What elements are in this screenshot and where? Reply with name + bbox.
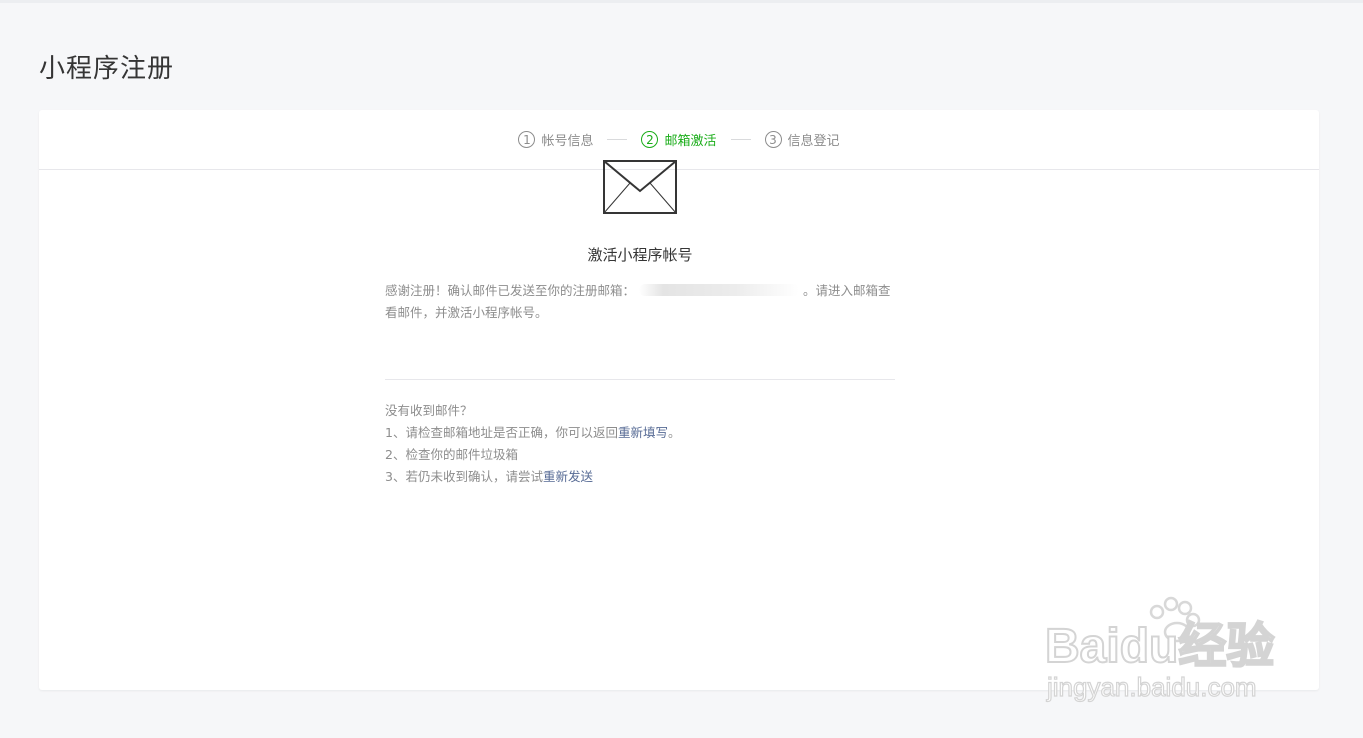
resend-link[interactable]: 重新发送 xyxy=(543,469,593,484)
help-tips: 没有收到邮件？ 1、请检查邮箱地址是否正确，你可以返回重新填写。 2、检查你的邮… xyxy=(385,400,895,488)
step-separator xyxy=(730,139,751,140)
step-label: 信息登记 xyxy=(787,134,840,149)
mail-icon xyxy=(603,160,677,214)
activation-content: 激活小程序帐号 感谢注册！确认邮件已发送至你的注册邮箱： 。请进入邮箱查看邮件，并… xyxy=(385,160,895,488)
step-label: 邮箱激活 xyxy=(664,134,717,149)
watermark-url: jingyan.baidu.com xyxy=(1046,672,1257,702)
redacted-email xyxy=(639,284,800,296)
step-email-activation: 2 邮箱激活 xyxy=(641,130,717,149)
page-title: 小程序注册 xyxy=(39,54,175,84)
divider xyxy=(385,379,895,380)
activation-description: 感谢注册！确认邮件已发送至你的注册邮箱： 。请进入邮箱查看邮件，并激活小程序帐号。 xyxy=(385,280,895,324)
help-tip-2: 2、检查你的邮件垃圾箱 xyxy=(385,447,518,462)
watermark-logo-text: Baidu经验 xyxy=(1045,620,1274,673)
desc-text: 感谢注册！确认邮件已发送至你的注册邮箱： xyxy=(385,283,636,298)
help-tip-3: 3、若仍未收到确认，请尝试重新发送 xyxy=(385,466,895,488)
help-heading: 没有收到邮件？ xyxy=(385,403,473,418)
step-number: 3 xyxy=(764,131,782,148)
refill-link[interactable]: 重新填写 xyxy=(618,425,668,440)
top-border xyxy=(0,0,1363,3)
help-tip-1: 1、请检查邮箱地址是否正确，你可以返回重新填写。 xyxy=(385,422,895,444)
step-label: 帐号信息 xyxy=(541,134,594,149)
step-account-info: 1 帐号信息 xyxy=(518,130,593,149)
baidu-watermark: Baidu经验 jingyan.baidu.com xyxy=(1045,596,1275,703)
tip-text: 。 xyxy=(667,425,681,440)
step-info-registration: 3 信息登记 xyxy=(764,130,840,149)
step-number: 2 xyxy=(641,131,659,148)
step-number: 1 xyxy=(518,131,536,148)
tip-text: 3、若仍未收到确认，请尝试 xyxy=(385,469,543,484)
activation-title: 激活小程序帐号 xyxy=(587,246,693,264)
tip-text: 1、请检查邮箱地址是否正确，你可以返回 xyxy=(385,425,618,440)
step-separator xyxy=(607,139,628,140)
